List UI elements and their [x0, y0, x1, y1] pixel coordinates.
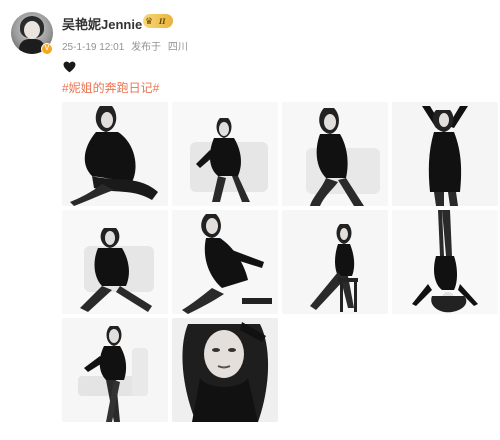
- photo-chair-pose: [172, 102, 278, 206]
- crown-icon: ♛: [145, 16, 154, 26]
- verified-badge-icon: V: [41, 43, 53, 55]
- photo-thumbnail-5[interactable]: [62, 210, 168, 314]
- photo-thumbnail-6[interactable]: [172, 210, 278, 314]
- heart-icon: [63, 61, 76, 73]
- photo-standing-arms-up: [392, 102, 498, 206]
- author-name[interactable]: 吴艳妮Jennie: [62, 14, 142, 33]
- photo-seated-pose-1: [62, 102, 168, 206]
- post-source: 发布于: [131, 42, 162, 53]
- photo-thumbnail-10[interactable]: [172, 318, 278, 422]
- photo-thumbnail-1[interactable]: [62, 102, 168, 206]
- photo-thumbnail-8[interactable]: [392, 210, 498, 314]
- topic-hashtag-link[interactable]: #妮姐的奔跑日记#: [62, 79, 159, 96]
- photo-stool-lean: [172, 210, 278, 314]
- avatar-face: [24, 21, 40, 39]
- photo-grid: [62, 102, 499, 422]
- photo-upside-down: [392, 210, 498, 314]
- post-meta: 25-1-19 12:01 发布于 四川: [62, 38, 192, 53]
- post-location: 四川: [167, 42, 188, 53]
- photo-portrait-closeup: [172, 318, 278, 422]
- photo-floor-seated: [62, 210, 168, 314]
- member-level: II: [159, 16, 166, 26]
- photo-chair-crossed-legs: [62, 318, 168, 422]
- photo-high-stool: [282, 210, 388, 314]
- photo-thumbnail-3[interactable]: [282, 102, 388, 206]
- photo-thumbnail-4[interactable]: [392, 102, 498, 206]
- member-badge[interactable]: ♛ II: [143, 14, 173, 28]
- weibo-post: V 吴艳妮Jennie ♛ II 25-1-19 12:01 发布于 四川 #妮…: [0, 0, 500, 440]
- photo-thumbnail-7[interactable]: [282, 210, 388, 314]
- photo-seated-pose-2: [282, 102, 388, 206]
- photo-thumbnail-2[interactable]: [172, 102, 278, 206]
- photo-thumbnail-9[interactable]: [62, 318, 168, 422]
- post-timestamp[interactable]: 25-1-19 12:01: [62, 42, 124, 53]
